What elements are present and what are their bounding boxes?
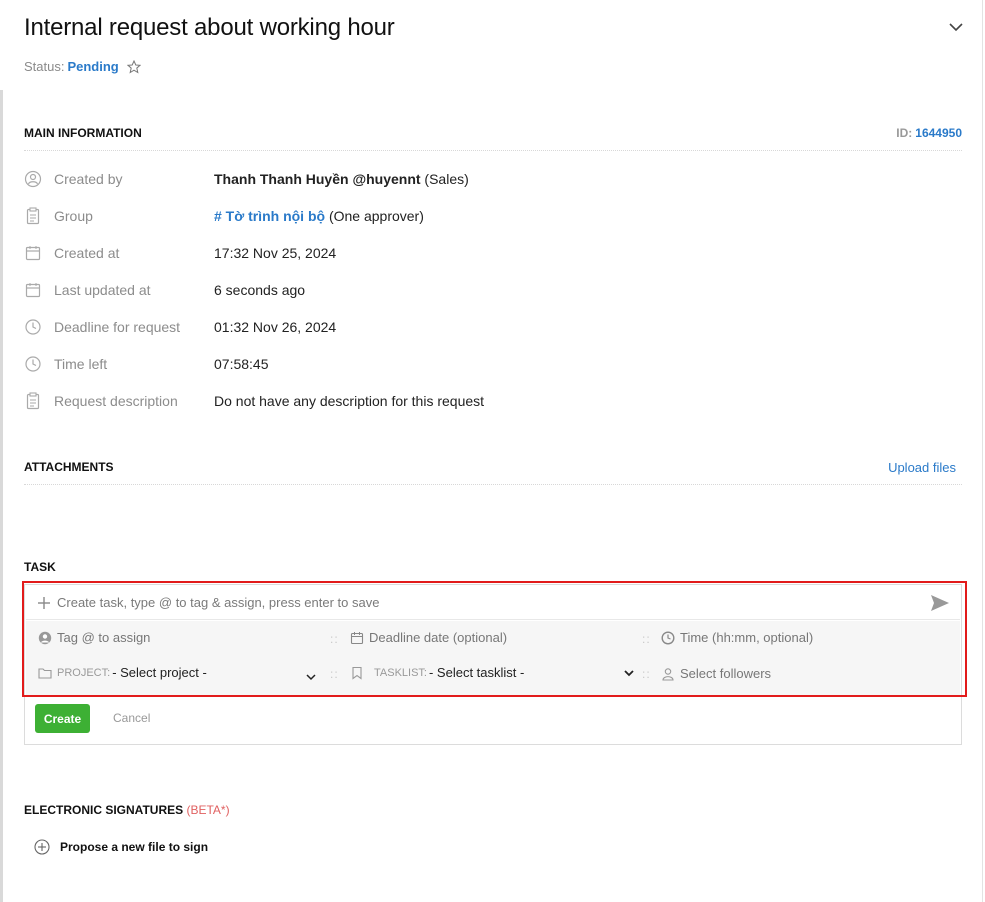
propose-label: Propose a new file to sign bbox=[60, 840, 209, 854]
description-value: Do not have any description for this req… bbox=[214, 393, 485, 409]
clipboard-icon bbox=[26, 207, 40, 225]
description-label: Request description bbox=[54, 393, 178, 409]
deadline-value: 01:32 Nov 26, 2024 bbox=[214, 319, 337, 335]
info-row-deadline: Deadline for request 01:32 Nov 26, 2024 bbox=[24, 316, 954, 338]
main-information-heading: MAIN INFORMATION bbox=[24, 126, 142, 140]
time-left-label: Time left bbox=[54, 356, 108, 372]
creator-name[interactable]: Thanh Thanh Huyền @huyennt bbox=[214, 171, 421, 187]
status-row: Status: Pending bbox=[24, 59, 141, 74]
info-row-created-at: Created at 17:32 Nov 25, 2024 bbox=[24, 242, 954, 264]
id-label: ID: bbox=[896, 126, 913, 140]
created-at-value: 17:32 Nov 25, 2024 bbox=[214, 245, 337, 261]
cancel-button[interactable]: Cancel bbox=[113, 711, 150, 725]
last-updated-value: 6 seconds ago bbox=[214, 282, 306, 298]
created-by-label: Created by bbox=[54, 171, 123, 187]
time-left-value: 07:58:45 bbox=[214, 356, 269, 372]
attachments-heading: ATTACHMENTS bbox=[24, 460, 114, 474]
task-heading: TASK bbox=[24, 560, 56, 574]
created-by-value: Thanh Thanh Huyền @huyennt (Sales) bbox=[214, 171, 469, 187]
clock-icon bbox=[25, 319, 41, 335]
user-icon bbox=[24, 170, 42, 188]
right-border bbox=[982, 0, 983, 902]
info-row-time-left: Time left 07:58:45 bbox=[24, 353, 954, 375]
beta-badge: (BETA*) bbox=[186, 803, 230, 817]
divider bbox=[24, 150, 962, 151]
group-label: Group bbox=[54, 208, 93, 224]
group-value: # Tờ trình nội bộ (One approver) bbox=[214, 208, 424, 224]
chevron-down-icon[interactable] bbox=[947, 18, 965, 36]
id-value[interactable]: 1644950 bbox=[915, 126, 962, 140]
info-row-group: Group # Tờ trình nội bộ (One approver) bbox=[24, 205, 954, 227]
left-border bbox=[0, 90, 3, 902]
request-detail-page: Internal request about working hour Stat… bbox=[0, 0, 985, 902]
upload-files-link[interactable]: Upload files bbox=[888, 460, 956, 475]
divider bbox=[24, 484, 962, 485]
info-row-last-updated: Last updated at 6 seconds ago bbox=[24, 279, 954, 301]
clipboard-icon bbox=[26, 392, 40, 410]
creator-department: (Sales) bbox=[420, 171, 469, 187]
highlight-box bbox=[22, 581, 967, 697]
created-at-label: Created at bbox=[54, 245, 120, 261]
star-icon[interactable] bbox=[126, 59, 141, 74]
create-button[interactable]: Create bbox=[35, 704, 90, 733]
clock-icon bbox=[25, 356, 41, 372]
info-row-created-by: Created by Thanh Thanh Huyền @huyennt (S… bbox=[24, 168, 954, 190]
status-badge: Pending bbox=[67, 59, 119, 74]
calendar-icon bbox=[25, 283, 41, 298]
request-id: ID: 1644950 bbox=[896, 126, 962, 140]
electronic-signatures-heading: ELECTRONIC SIGNATURES (BETA*) bbox=[24, 803, 230, 817]
status-label: Status: bbox=[24, 59, 65, 74]
page-title: Internal request about working hour bbox=[24, 14, 395, 41]
signatures-title: ELECTRONIC SIGNATURES bbox=[24, 803, 184, 817]
calendar-icon bbox=[25, 246, 41, 261]
group-link[interactable]: # Tờ trình nội bộ bbox=[214, 208, 325, 224]
propose-file-button[interactable]: Propose a new file to sign bbox=[34, 839, 208, 855]
plus-circle-icon bbox=[34, 839, 50, 855]
last-updated-label: Last updated at bbox=[54, 282, 151, 298]
deadline-label: Deadline for request bbox=[54, 319, 181, 335]
group-approver: (One approver) bbox=[325, 208, 424, 224]
info-row-description: Request description Do not have any desc… bbox=[24, 390, 954, 412]
